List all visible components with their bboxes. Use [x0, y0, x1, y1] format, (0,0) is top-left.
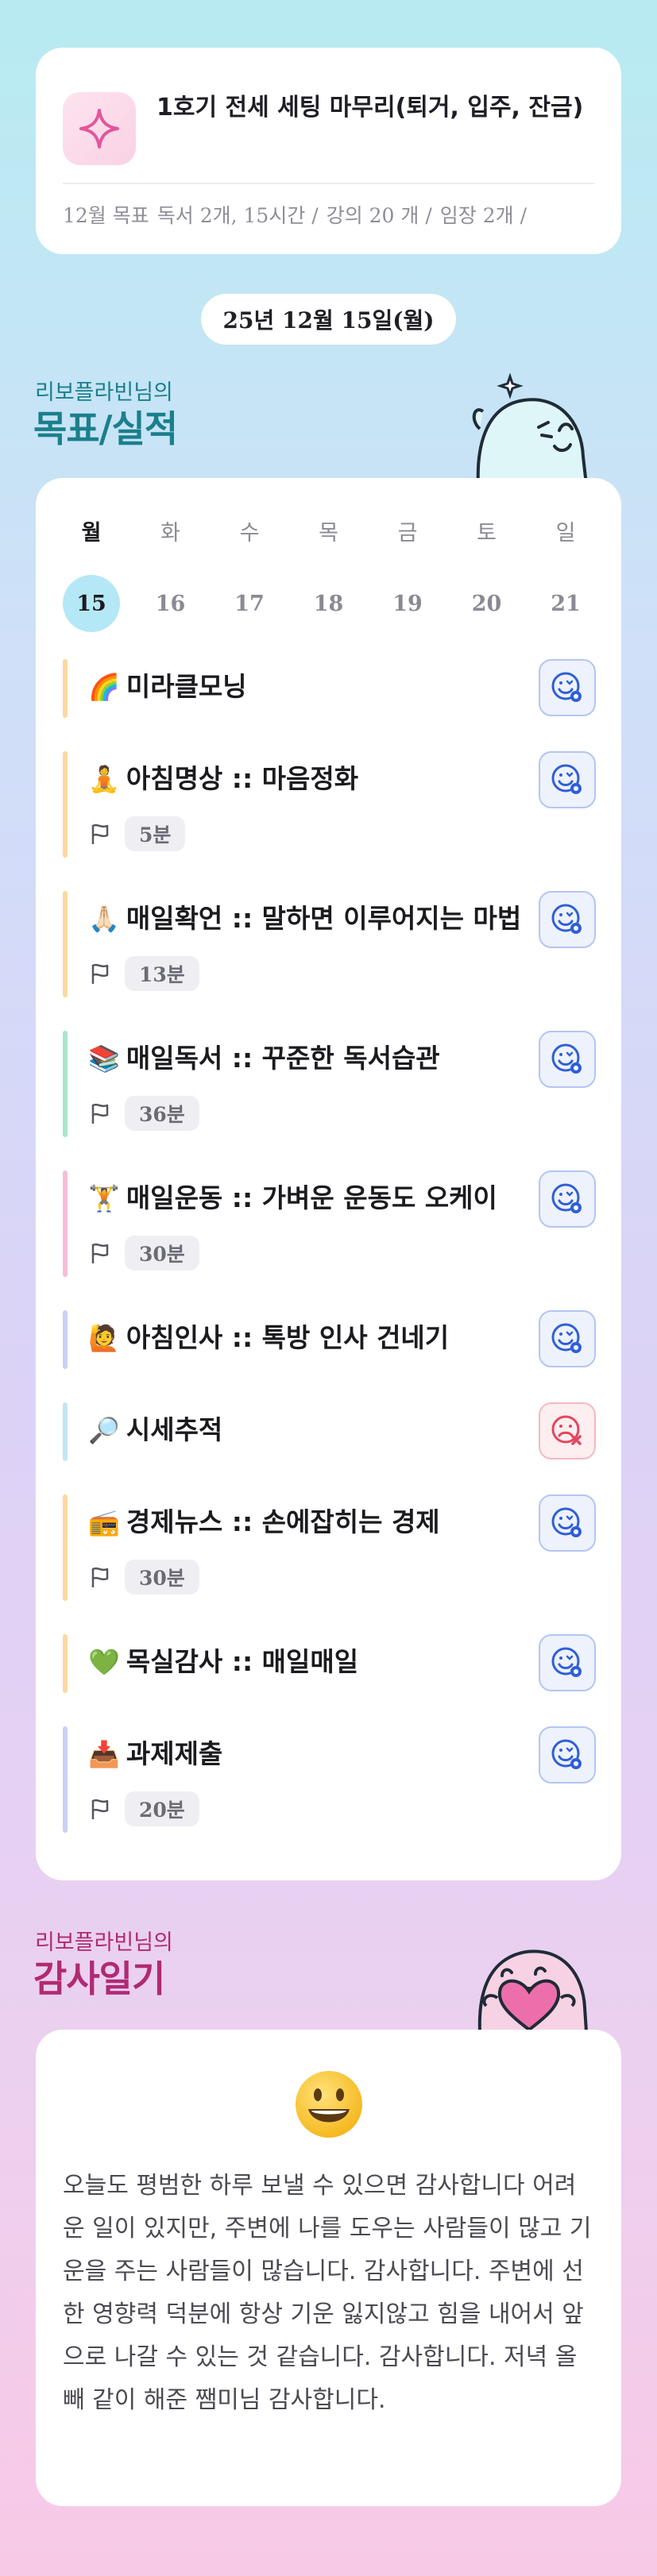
- routine-meta: 5분: [88, 816, 186, 851]
- routine-meta: 13분: [88, 956, 199, 991]
- day-fri[interactable]: 금 19: [379, 518, 436, 632]
- flag-icon: [91, 823, 109, 844]
- duration-badge: 30분: [125, 1560, 199, 1595]
- grinning-face-icon: [296, 2071, 362, 2138]
- routine-emoji-icon: 📚: [88, 1043, 120, 1074]
- routine-name: 📚 매일독서 :: 꾸준한 독서습관: [88, 1043, 440, 1074]
- status-failed-icon[interactable]: [539, 1402, 596, 1460]
- routine-color-bar: [63, 1170, 68, 1277]
- routine-emoji-icon: 🏋: [88, 1183, 120, 1213]
- routine-color-bar: [63, 751, 68, 858]
- routine-color-bar: [63, 1726, 68, 1833]
- status-done-icon[interactable]: [539, 751, 596, 808]
- thanks-text: 오늘도 평범한 하루 보낼 수 있으면 감사합니다 어려운 일이 있지만, 주변…: [63, 2172, 592, 2414]
- ghost-mascot-icon: [472, 373, 589, 484]
- routine-item[interactable]: 🏋 매일운동 :: 가벼운 운동도 오케이30분: [63, 1170, 596, 1277]
- flag-icon: [91, 963, 109, 984]
- thanks-card: 오늘도 평범한 하루 보낼 수 있으면 감사합니다 어려운 일이 있지만, 주변…: [36, 2030, 621, 2506]
- flag-icon: [91, 1567, 109, 1587]
- routine-item[interactable]: 🙋 아침인사 :: 톡방 인사 건네기: [63, 1310, 596, 1369]
- routine-emoji-icon: 🌈: [88, 672, 120, 702]
- day-tue[interactable]: 화 16: [142, 518, 199, 632]
- goal-title: 1호기 전세 세팅 마무리(퇴거, 입주, 잔금): [157, 94, 584, 121]
- routine-item[interactable]: 📚 매일독서 :: 꾸준한 독서습관36분: [63, 1031, 596, 1137]
- divider: [63, 183, 594, 184]
- status-done-icon[interactable]: [539, 891, 596, 948]
- routine-title: 목표/실적: [33, 407, 178, 450]
- routine-emoji-icon: 💚: [88, 1647, 120, 1677]
- routine-name: 🏋 매일운동 :: 가벼운 운동도 오케이: [88, 1182, 497, 1213]
- flag-icon: [91, 1799, 109, 1819]
- duration-badge: 20분: [125, 1791, 199, 1826]
- status-done-icon[interactable]: [539, 1170, 596, 1228]
- routine-meta: 30분: [88, 1560, 199, 1595]
- routine-item[interactable]: 🌈 미라클모닝: [63, 659, 596, 718]
- routine-emoji-icon: 🔎: [88, 1415, 120, 1445]
- routine-item[interactable]: 💚 목실감사 :: 매일매일: [63, 1634, 596, 1693]
- routine-card: 월 15 화 16 수 17 목 18 금 19 토 20 일 21 🌈 미라클모…: [36, 478, 621, 1880]
- routine-name: 📻 경제뉴스 :: 손에잡히는 경제: [88, 1506, 440, 1537]
- status-done-icon[interactable]: [539, 1310, 596, 1367]
- duration-badge: 13분: [125, 956, 199, 991]
- routine-item[interactable]: 📻 경제뉴스 :: 손에잡히는 경제30분: [63, 1494, 596, 1601]
- status-done-icon[interactable]: [539, 1031, 596, 1088]
- routine-item[interactable]: 📥 과제제출 20분: [63, 1726, 596, 1833]
- routine-color-bar: [63, 1031, 68, 1137]
- routine-name: 🙋 아침인사 :: 톡방 인사 건네기: [88, 1322, 450, 1353]
- status-done-icon[interactable]: [539, 1634, 596, 1691]
- sparkle-icon: [63, 92, 136, 165]
- duration-badge: 5분: [125, 816, 186, 851]
- routine-color-bar: [63, 1310, 68, 1369]
- day-sat[interactable]: 토 20: [458, 518, 516, 632]
- routine-emoji-icon: 🧘: [88, 764, 120, 794]
- day-thu[interactable]: 목 18: [300, 518, 357, 632]
- routine-emoji-icon: 📻: [88, 1507, 120, 1537]
- routine-meta: 30분: [88, 1236, 199, 1271]
- routine-name: 🌈 미라클모닝: [88, 671, 247, 702]
- thanks-title: 감사일기: [33, 1957, 165, 2000]
- routine-name: 🙏🏻 매일확언 :: 말하면 이루어지는 마법: [88, 903, 522, 934]
- goal-card[interactable]: 1호기 전세 세팅 마무리(퇴거, 입주, 잔금) 12월 목표 독서 2개, 1…: [36, 48, 621, 254]
- day-sun[interactable]: 일 21: [537, 518, 594, 632]
- routine-color-bar: [63, 891, 68, 997]
- status-done-icon[interactable]: [539, 659, 596, 716]
- routine-item[interactable]: 🔎 시세추적: [63, 1402, 596, 1461]
- routine-item[interactable]: 🧘 아침명상 :: 마음정화5분: [63, 751, 596, 858]
- status-done-icon[interactable]: [539, 1726, 596, 1784]
- date-pill[interactable]: 25년 12월 15일(월): [201, 294, 456, 345]
- routine-color-bar: [63, 1494, 68, 1601]
- heart-mascot-icon: [477, 1949, 589, 2031]
- routine-name: 💚 목실감사 :: 매일매일: [88, 1646, 359, 1677]
- routine-meta: 36분: [88, 1096, 199, 1131]
- day-mon[interactable]: 월 15: [63, 518, 120, 632]
- duration-badge: 36분: [125, 1096, 199, 1131]
- routine-emoji-icon: 🙏🏻: [88, 904, 120, 934]
- routine-item[interactable]: 🙏🏻 매일확언 :: 말하면 이루어지는 마법13분: [63, 891, 596, 997]
- routine-color-bar: [63, 1634, 68, 1693]
- routine-name: 🧘 아침명상 :: 마음정화: [88, 763, 359, 794]
- flag-icon: [91, 1103, 109, 1124]
- routine-name: 🔎 시세추적: [88, 1414, 223, 1445]
- routine-meta: 20분: [88, 1791, 199, 1826]
- routine-emoji-icon: 📥: [88, 1739, 120, 1769]
- routine-emoji-icon: 🙋: [88, 1323, 120, 1353]
- goal-meta: 12월 목표 독서 2개, 15시간 / 강의 20 개 / 임장 2개 /: [63, 204, 528, 227]
- week-selector: 월 15 화 16 수 17 목 18 금 19 토 20 일 21: [63, 518, 594, 632]
- routine-color-bar: [63, 659, 68, 718]
- routine-name: 📥 과제제출: [88, 1738, 223, 1769]
- routine-color-bar: [63, 1402, 68, 1461]
- duration-badge: 30분: [125, 1236, 199, 1271]
- status-done-icon[interactable]: [539, 1494, 596, 1552]
- day-wed[interactable]: 수 17: [221, 518, 278, 632]
- flag-icon: [91, 1243, 109, 1263]
